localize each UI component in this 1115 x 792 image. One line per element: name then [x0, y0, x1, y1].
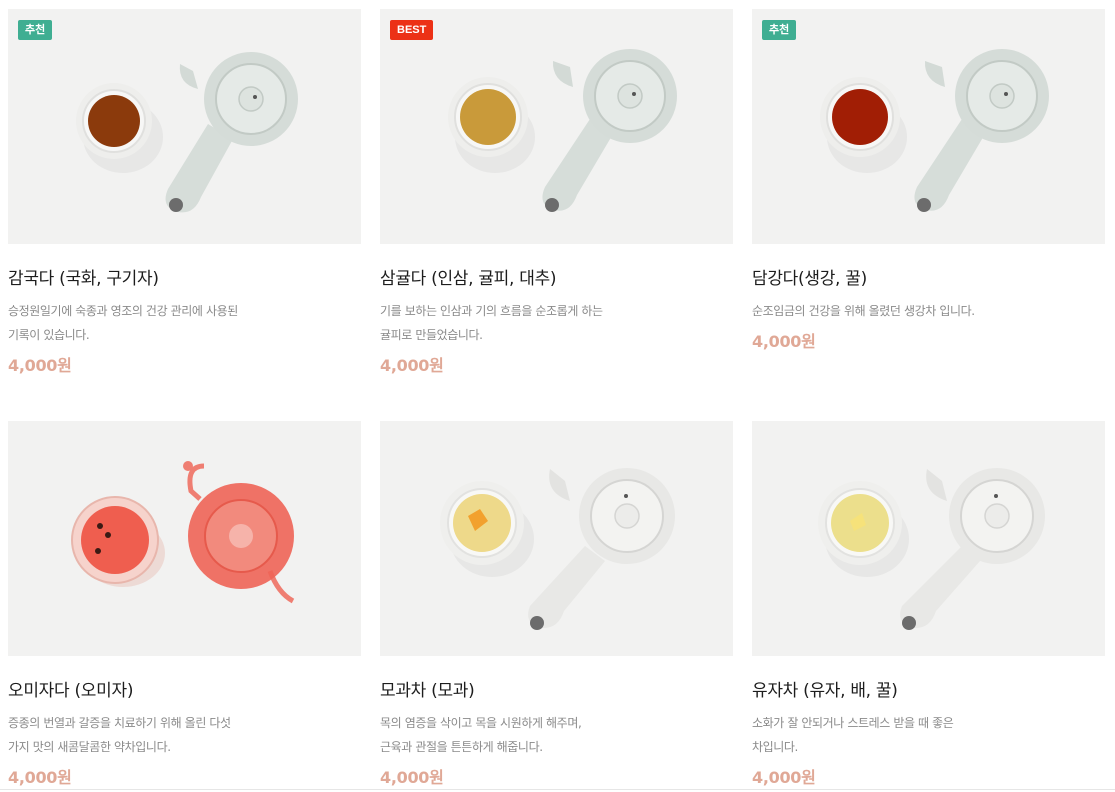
product-grid: 추천 감국다 (국화, 구기자) 승정원일기에 숙종과 영조의 건강 관리에 사… [0, 0, 1115, 792]
product-card[interactable]: 유자차 (유자, 배, 꿀) 소화가 잘 안되거나 스트레스 받을 때 좋은 차… [752, 421, 1105, 788]
product-description: 기를 보하는 인삼과 기의 흐름을 순조롭게 하는 귤피로 만들었습니다. [380, 304, 603, 342]
product-image[interactable]: 추천 [752, 9, 1105, 244]
teapot-and-cup-icon [440, 468, 675, 630]
product-description: 순조임금의 건강을 위해 올렸던 생강차 입니다. [752, 304, 975, 318]
product-badge: 추천 [18, 20, 53, 40]
product-card[interactable]: 모과차 (모과) 목의 염증을 삭이고 목을 시원하게 해주며, 근육과 관절을… [380, 421, 733, 788]
product-image[interactable] [8, 421, 361, 656]
product-price: 4,000원 [8, 768, 72, 787]
product-name[interactable]: 유자차 (유자, 배, 꿀) [752, 680, 1105, 702]
product-card[interactable]: 추천 감국다 (국화, 구기자) 승정원일기에 숙종과 영조의 건강 관리에 사… [8, 9, 361, 376]
teapot-and-cup-icon [76, 52, 298, 213]
product-name[interactable]: 담강다(생강, 꿀) [752, 268, 1105, 290]
product-description: 소화가 잘 안되거나 스트레스 받을 때 좋은 차입니다. [752, 716, 954, 754]
teapot-and-cup-icon [818, 468, 1045, 630]
product-price: 4,000원 [752, 332, 816, 351]
product-description: 목의 염증을 삭이고 목을 시원하게 해주며, 근육과 관절을 튼튼하게 해줍니… [380, 716, 582, 754]
product-card[interactable]: BEST 삼귤다 (인삼, 귤피, 대추) 기를 보하는 인삼과 기의 흐름을 … [380, 9, 733, 376]
product-price: 4,000원 [380, 768, 444, 787]
product-badge: BEST [390, 20, 434, 40]
teapot-and-cup-icon [448, 49, 677, 212]
product-image[interactable]: BEST [380, 9, 733, 244]
product-price: 4,000원 [8, 356, 72, 375]
product-price: 4,000원 [752, 768, 816, 787]
product-name[interactable]: 모과차 (모과) [380, 680, 733, 702]
teapot-and-cup-icon [820, 49, 1049, 212]
product-name[interactable]: 오미자다 (오미자) [8, 680, 361, 702]
product-image[interactable] [380, 421, 733, 656]
glass-teapot-and-cup-icon [71, 461, 295, 604]
product-description: 승정원일기에 숙종과 영조의 건강 관리에 사용된 기록이 있습니다. [8, 304, 238, 342]
product-image[interactable] [752, 421, 1105, 656]
product-card[interactable]: 추천 담강다(생강, 꿀) 순조임금의 건강을 위해 올렸던 생강차 입니다. … [752, 9, 1105, 352]
product-price: 4,000원 [380, 356, 444, 375]
product-image[interactable]: 추천 [8, 9, 361, 244]
product-badge: 추천 [762, 20, 797, 40]
product-card[interactable]: 오미자다 (오미자) 증종의 번열과 갈증을 치료하기 위해 올린 다섯 가지 … [8, 421, 361, 788]
product-name[interactable]: 삼귤다 (인삼, 귤피, 대추) [380, 268, 733, 290]
product-name[interactable]: 감국다 (국화, 구기자) [8, 268, 361, 290]
divider [0, 789, 1115, 790]
product-description: 증종의 번열과 갈증을 치료하기 위해 올린 다섯 가지 맛의 새콤달콤한 약차… [8, 716, 231, 754]
